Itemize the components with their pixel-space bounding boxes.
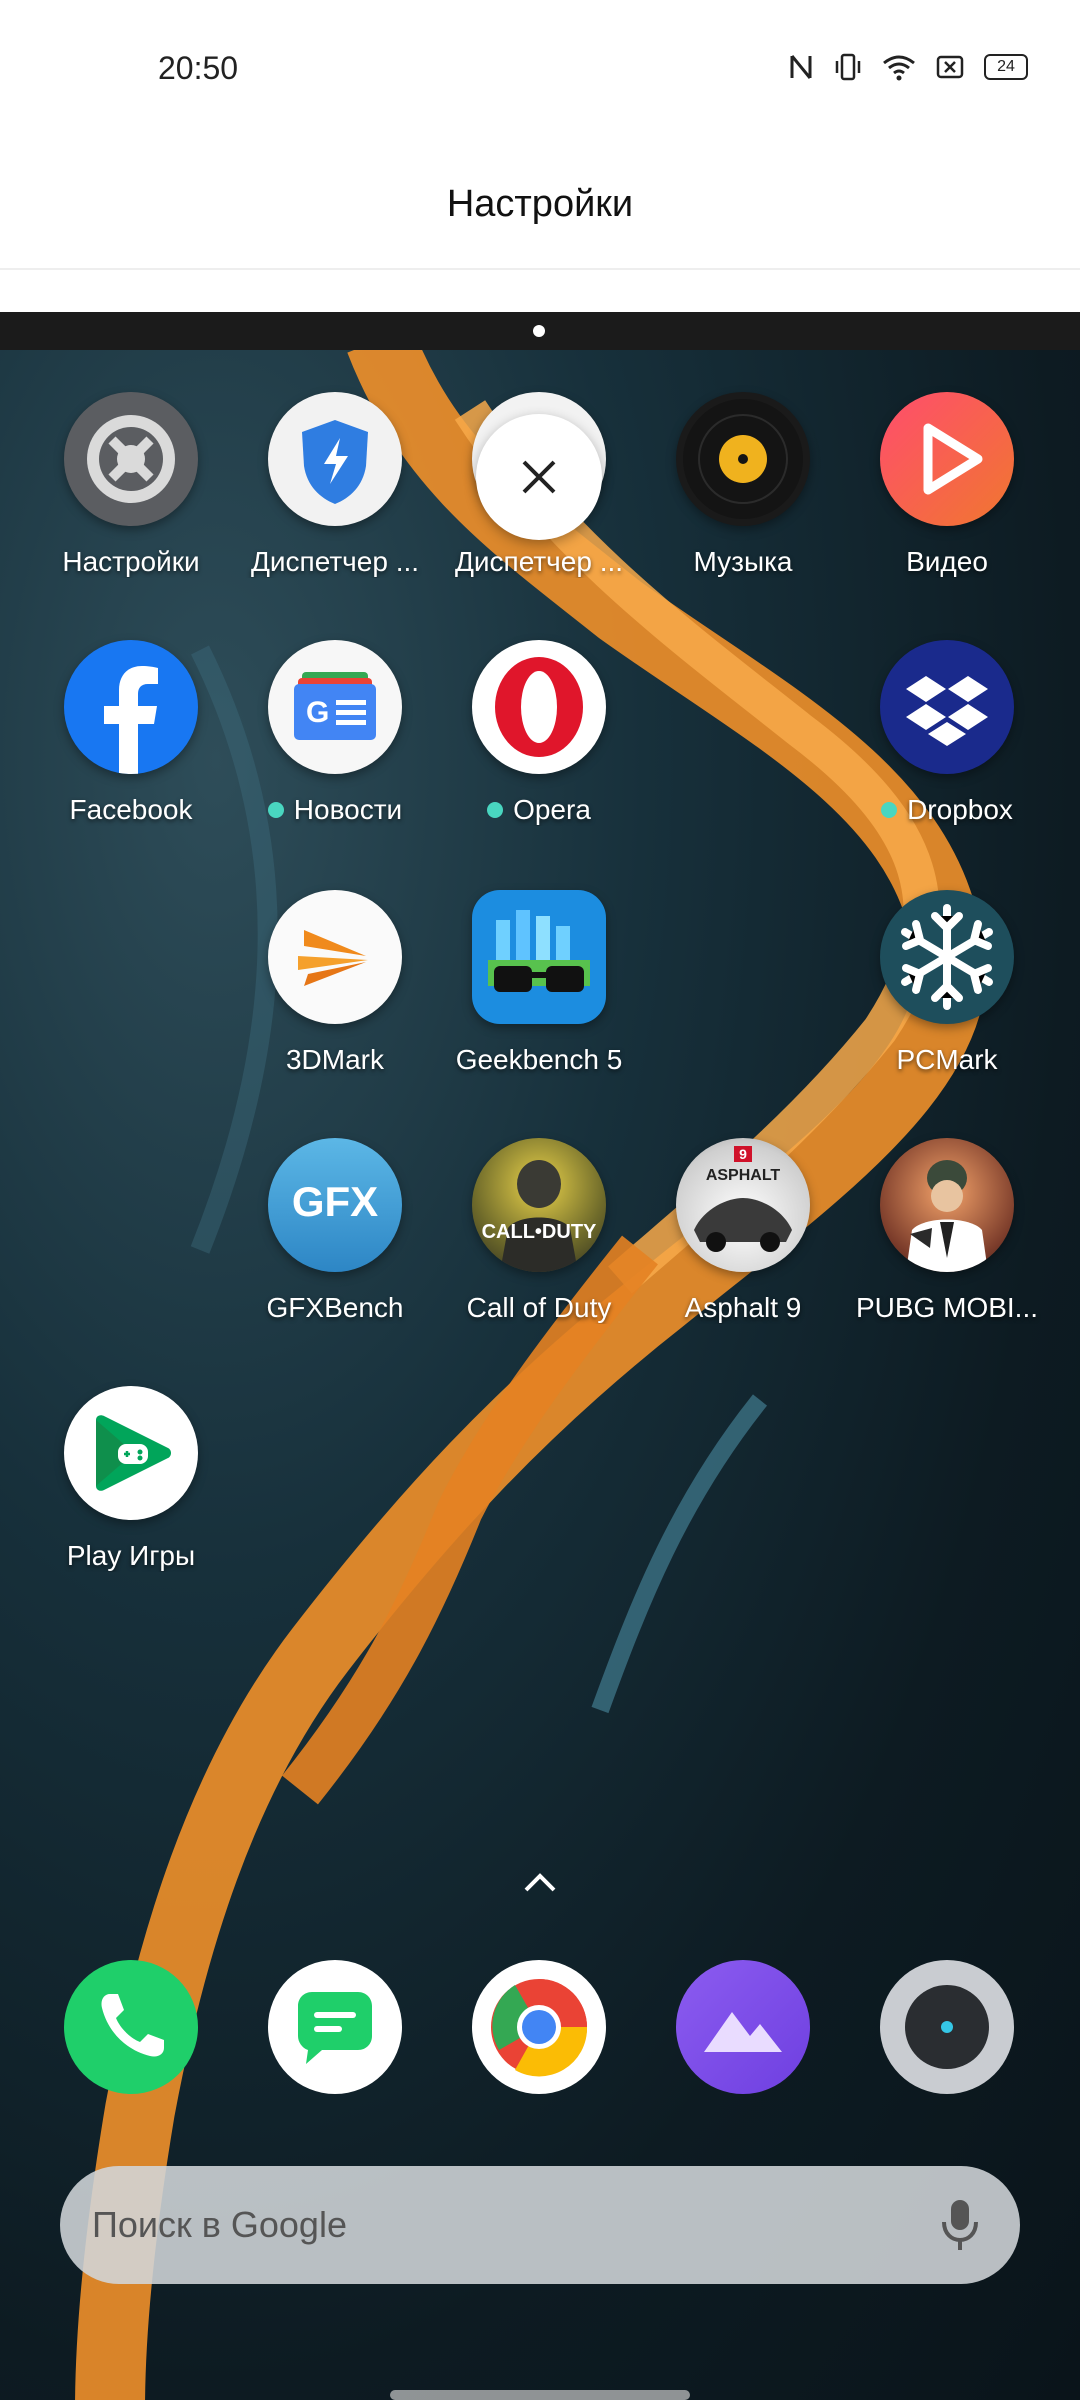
- app-geekbench[interactable]: Geekbench 5: [437, 890, 641, 1076]
- app-asphalt9[interactable]: 9 ASPHALT Asphalt 9: [641, 1138, 845, 1324]
- app-label: Asphalt 9: [684, 1292, 802, 1323]
- settings-header: Настройки: [0, 130, 1080, 268]
- remove-app-button[interactable]: [476, 414, 602, 540]
- shield-bolt-icon: [268, 392, 402, 526]
- app-drawer-chevron-up-icon[interactable]: [522, 1872, 558, 1899]
- navigation-gesture-bar[interactable]: [390, 2390, 690, 2400]
- pubg-soldier-icon: [880, 1138, 1014, 1272]
- mountains-icon: [704, 2012, 782, 2052]
- gfx-text-icon: GFX: [268, 1138, 402, 1272]
- app-label: Facebook: [69, 794, 193, 825]
- new-install-dot: [267, 802, 284, 818]
- app-label: Geekbench 5: [455, 1044, 623, 1075]
- app-label: Музыка: [693, 546, 793, 577]
- settings-gear-icon: [64, 392, 198, 526]
- app-3dmark[interactable]: 3DMark: [233, 890, 437, 1076]
- new-install-dot: [881, 802, 898, 818]
- app-play-games[interactable]: Play Игры: [29, 1386, 233, 1572]
- dock-messages[interactable]: [268, 1960, 402, 2094]
- app-label: Dropbox: [907, 794, 1013, 825]
- status-bar: 20:50 24: [0, 0, 1080, 130]
- app-label: GFXBench: [266, 1292, 404, 1323]
- snowflake-icon: [880, 890, 1014, 1024]
- geekbench-glasses-icon: [472, 890, 606, 1024]
- call-of-duty-soldier-icon: CALL•DUTY: [472, 1138, 606, 1272]
- page-indicator-strip: [0, 312, 1080, 350]
- app-label: Play Игры: [66, 1540, 196, 1571]
- asphalt-car-icon: 9 ASPHALT: [676, 1138, 810, 1272]
- app-label: Диспетчер ...: [250, 546, 420, 577]
- app-label: 3DMark: [285, 1044, 384, 1075]
- phone-handset-icon: [101, 1994, 164, 2057]
- nfc-icon: [788, 52, 814, 82]
- battery-icon: 24: [984, 54, 1028, 80]
- wifi-icon: [882, 53, 916, 81]
- app-dropbox[interactable]: Dropbox: [845, 640, 1049, 826]
- page-title: Настройки: [446, 183, 634, 225]
- app-pubg[interactable]: PUBG MOBI...: [845, 1138, 1049, 1324]
- close-x-icon: [522, 460, 556, 494]
- svg-text:9: 9: [739, 1146, 747, 1162]
- dock-gallery[interactable]: [676, 1960, 810, 2094]
- app-label: Call of Duty: [466, 1292, 612, 1323]
- app-label: Новости: [293, 794, 403, 825]
- svg-text:ASPHALT: ASPHALT: [706, 1167, 781, 1184]
- app-music[interactable]: Музыка: [641, 392, 845, 578]
- facebook-f-icon: [64, 640, 198, 774]
- search-placeholder: Поиск в Google: [92, 2204, 347, 2245]
- vinyl-record-icon: [676, 392, 810, 526]
- opera-o-icon: [472, 640, 606, 774]
- chrome-icon: [491, 1979, 588, 2077]
- page-indicator-dot: [533, 325, 545, 337]
- new-install-dot: [487, 802, 504, 818]
- app-gfxbench[interactable]: GFX GFXBench: [233, 1138, 437, 1324]
- vibrate-icon: [834, 52, 862, 82]
- app-google-news[interactable]: G Новости: [233, 640, 437, 826]
- 3dmark-wings-icon: [268, 890, 402, 1024]
- app-label: PUBG MOBI...: [855, 1292, 1039, 1323]
- dock-camera[interactable]: [880, 1960, 1014, 2094]
- dock-chrome[interactable]: [472, 1960, 606, 2094]
- svg-text:G: G: [306, 696, 329, 729]
- play-triangle-icon: [880, 392, 1014, 526]
- status-icons: 24: [788, 52, 1028, 82]
- app-call-of-duty[interactable]: CALL•DUTY Call of Duty: [437, 1138, 641, 1324]
- google-search-bar[interactable]: Поиск в Google: [60, 2166, 1020, 2284]
- camera-lens-icon: [905, 1985, 989, 2069]
- dropbox-box-icon: [880, 640, 1014, 774]
- app-opera[interactable]: Opera: [437, 640, 641, 826]
- app-label: Диспетчер ...: [454, 546, 624, 577]
- google-news-icon: G: [268, 640, 402, 774]
- dock-phone[interactable]: [64, 1960, 198, 2094]
- status-time: 20:50: [158, 50, 239, 86]
- app-phone-manager[interactable]: Диспетчер ...: [233, 392, 437, 578]
- app-label: Opera: [513, 794, 591, 825]
- app-label: Видео: [906, 546, 988, 577]
- sim-icon: [936, 54, 964, 80]
- app-settings[interactable]: Настройки: [29, 392, 233, 578]
- app-label: Настройки: [62, 546, 200, 577]
- svg-text:CALL•DUTY: CALL•DUTY: [482, 1221, 597, 1243]
- microphone-icon[interactable]: [940, 2196, 980, 2259]
- app-pcmark[interactable]: PCMark: [845, 890, 1049, 1076]
- header-spacer: [0, 270, 1080, 312]
- app-label: PCMark: [896, 1044, 998, 1075]
- svg-text:GFX: GFX: [292, 1178, 378, 1225]
- app-facebook[interactable]: Facebook: [29, 640, 233, 826]
- chat-bubble-icon: [298, 1992, 372, 2064]
- app-video[interactable]: Видео: [845, 392, 1049, 578]
- play-games-controller-icon: [64, 1386, 198, 1520]
